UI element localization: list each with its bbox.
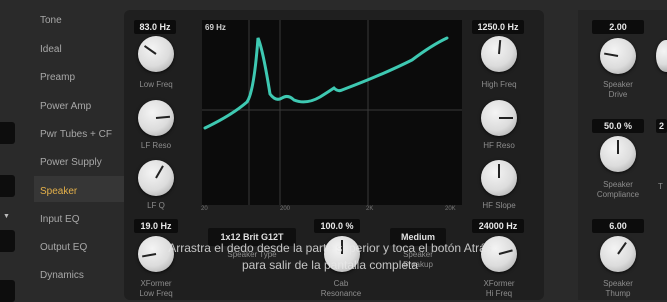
sidebar-item-output-eq[interactable]: Output EQ xyxy=(40,242,87,253)
speaker-drive-value[interactable]: 2.00 xyxy=(592,20,644,34)
low-freq-knob[interactable] xyxy=(138,36,174,72)
hf-slope-knob[interactable] xyxy=(481,160,517,196)
hf-slope-label: HF Slope xyxy=(482,201,516,210)
xformer-hi-freq-label-line2: Hi Freq xyxy=(485,289,513,298)
sidebar-item-pwr-tubes[interactable]: Pwr Tubes + CF xyxy=(40,129,112,140)
speaker-thump-value[interactable]: 6.00 xyxy=(592,219,644,233)
sidebar-item-speaker[interactable]: Speaker xyxy=(40,186,77,197)
sidebar-item-dynamics[interactable]: Dynamics xyxy=(40,270,84,281)
sidebar-item-input-eq[interactable]: Input EQ xyxy=(40,214,79,225)
x-tick-label: 20 xyxy=(201,206,208,212)
xformer-hi-freq-value[interactable]: 24000 Hz xyxy=(472,219,524,233)
lf-reso-label: LF Reso xyxy=(140,141,172,150)
speaker-drive-label-line1: Speaker xyxy=(603,80,633,89)
sidebar-item-power-supply[interactable]: Power Supply xyxy=(40,157,102,168)
xformer-hi-freq-label: XFormer Hi Freq xyxy=(470,279,528,299)
left-edge-slot xyxy=(0,175,15,197)
frequency-response-graph xyxy=(202,20,462,205)
speaker-compliance-label: Speaker Compliance xyxy=(584,180,652,200)
response-curve xyxy=(202,20,462,205)
sidebar-item-preamp[interactable]: Preamp xyxy=(40,72,75,83)
left-edge-slot xyxy=(0,122,15,144)
sidebar-item-ideal[interactable]: Ideal xyxy=(40,44,62,55)
low-freq-label: Low Freq xyxy=(139,80,173,89)
speaker-thump-label-line1: Speaker xyxy=(603,279,633,288)
fullscreen-hint-line2: para salir de la pantalla completa xyxy=(241,258,419,272)
xformer-low-freq-label-line2: Low Freq xyxy=(139,289,173,298)
speaker-compliance-value[interactable]: 50.0 % xyxy=(592,119,644,133)
high-freq-value[interactable]: 1250.0 Hz xyxy=(472,20,524,34)
cab-resonance-label-line1: Cab xyxy=(333,279,349,288)
high-freq-knob[interactable] xyxy=(481,36,517,72)
sidebar-item-power-amp[interactable]: Power Amp xyxy=(40,101,91,112)
left-edge-slot xyxy=(0,280,15,302)
x-tick-label: 20K xyxy=(445,206,456,212)
xformer-low-freq-value[interactable]: 19.0 Hz xyxy=(134,219,178,233)
speaker-thump-knob[interactable] xyxy=(600,236,636,272)
cutoff-value[interactable]: 2 xyxy=(656,119,667,133)
cab-resonance-label-line2: Resonance xyxy=(320,289,362,298)
speaker-drive-label: Speaker Drive xyxy=(588,80,648,100)
speaker-thump-label: Speaker Thump xyxy=(588,279,648,299)
fullscreen-hint-line1: Arrastra el dedo desde la parte superior… xyxy=(168,241,492,255)
cutoff-label: T xyxy=(658,182,663,191)
cab-resonance-value[interactable]: 100.0 % xyxy=(314,219,360,233)
speaker-drive-knob[interactable] xyxy=(600,38,636,74)
speaker-compliance-label-line1: Speaker xyxy=(603,180,633,189)
fullscreen-exit-hint: Arrastra el dedo desde la parte superior… xyxy=(120,240,540,274)
speaker-compliance-label-line2: Compliance xyxy=(596,190,640,199)
lf-reso-knob[interactable] xyxy=(138,100,174,136)
speaker-compliance-knob[interactable] xyxy=(600,136,636,172)
cab-resonance-label: Cab Resonance xyxy=(312,279,370,299)
left-edge-slot xyxy=(0,230,15,252)
xformer-low-freq-label: XFormer Low Freq xyxy=(128,279,184,299)
x-tick-label: 200 xyxy=(280,206,291,212)
hf-reso-label: HF Reso xyxy=(483,141,515,150)
high-freq-label: High Freq xyxy=(481,80,517,89)
xformer-hi-freq-label-line1: XFormer xyxy=(483,279,515,288)
low-freq-value[interactable]: 83.0 Hz xyxy=(134,20,176,34)
graph-frequency-readout: 69 Hz xyxy=(205,23,226,32)
hf-reso-knob[interactable] xyxy=(481,100,517,136)
lf-q-knob[interactable] xyxy=(138,160,174,196)
lf-q-label: LF Q xyxy=(147,201,165,210)
speaker-thump-label-line2: Thump xyxy=(605,289,631,298)
speaker-drive-label-line2: Drive xyxy=(608,90,628,99)
sidebar-item-tone[interactable]: Tone xyxy=(40,15,62,26)
chevron-down-icon[interactable]: ▼ xyxy=(3,213,10,220)
x-tick-label: 2K xyxy=(366,206,374,212)
xformer-low-freq-label-line1: XFormer xyxy=(140,279,172,288)
